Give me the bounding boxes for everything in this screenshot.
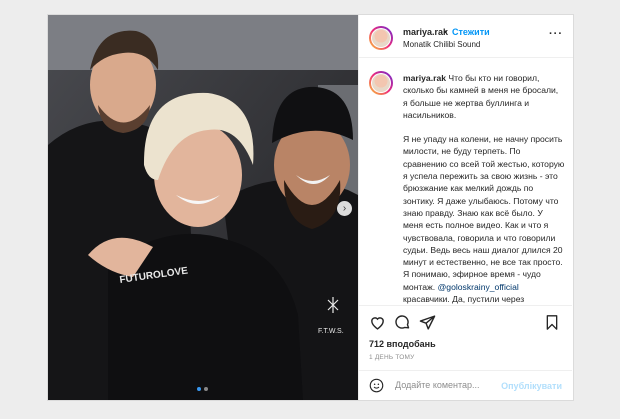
caption-avatar[interactable] [369, 71, 393, 95]
photo-illustration: FUTUROLOVE F.T.W.S. [48, 15, 358, 400]
action-bar: 712 вподобань 1 ДЕНЬ ТОМУ [359, 305, 572, 361]
caption-text: mariya.rak Что бы кто ни говорил, скольк… [403, 72, 565, 305]
post-timestamp[interactable]: 1 ДЕНЬ ТОМУ [369, 354, 414, 361]
author-username[interactable]: mariya.rak [403, 27, 448, 37]
carousel-dot-active [197, 387, 201, 391]
likes-count[interactable]: 712 вподобань [369, 339, 436, 349]
separator-dot: • [444, 27, 448, 37]
heart-icon[interactable] [369, 314, 386, 331]
follow-button[interactable]: Стежити [452, 27, 490, 37]
caption-section: mariya.rak Что бы кто ни говорил, скольк… [359, 59, 572, 305]
mention-link[interactable]: @goloskrainy_official [438, 282, 519, 292]
emoji-icon[interactable] [369, 378, 384, 393]
post-photo[interactable]: FUTUROLOVE F.T.W.S. › [48, 15, 358, 400]
comment-input[interactable] [395, 380, 505, 390]
comment-icon[interactable] [394, 314, 411, 331]
caption-username[interactable]: mariya.rak [403, 73, 446, 83]
next-photo-arrow[interactable]: › [337, 201, 352, 216]
carousel-dots [197, 387, 208, 391]
share-icon[interactable] [419, 314, 436, 331]
caption-paragraph-2-end: красавчики. Да, пустили через [403, 294, 525, 305]
more-icon[interactable]: ··· [549, 29, 563, 40]
post-comment-button[interactable]: Опублікувати [501, 381, 562, 391]
caption-paragraph-2: Я не упаду на колени, не начну просить м… [403, 134, 565, 292]
bookmark-icon[interactable] [544, 314, 560, 331]
post-card: FUTUROLOVE F.T.W.S. › mariya.rak • Стежи… [47, 14, 574, 401]
chevron-right-icon: › [342, 203, 347, 214]
sweater-text-right: F.T.W.S. [318, 328, 344, 335]
author-avatar[interactable] [369, 26, 393, 50]
comment-bar: Опублікувати [359, 370, 572, 400]
post-sidebar: mariya.rak • Стежити Monatik Chilibi Sou… [358, 15, 573, 400]
carousel-dot [204, 387, 208, 391]
post-header: mariya.rak • Стежити Monatik Chilibi Sou… [359, 15, 573, 58]
audio-label[interactable]: Monatik Chilibi Sound [403, 40, 480, 49]
